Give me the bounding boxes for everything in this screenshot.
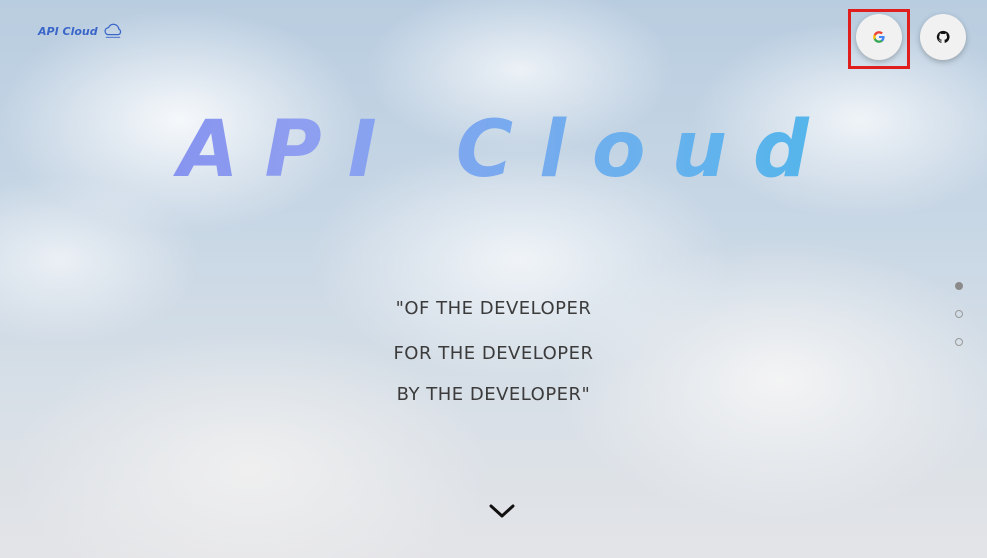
google-login-button[interactable]: [856, 14, 902, 60]
github-icon: [936, 30, 950, 43]
brand-name: API Cloud: [38, 24, 98, 38]
sky-background: [0, 0, 987, 558]
pagination-dot-1[interactable]: [955, 282, 963, 290]
chevron-down-icon[interactable]: [487, 500, 517, 522]
brand-logo[interactable]: API Cloud: [38, 22, 124, 40]
slogan-line-3: BY THE DEVELOPER": [396, 384, 591, 405]
section-pagination: [955, 282, 965, 366]
pagination-dot-3[interactable]: [955, 338, 963, 346]
slogan-line-2: FOR THE DEVELOPER: [393, 343, 594, 364]
slogan-line-1: "OF THE DEVELOPER: [395, 298, 592, 319]
github-login-button[interactable]: [920, 14, 966, 60]
hero-title: API Cloud: [0, 105, 987, 195]
pagination-dot-2[interactable]: [955, 310, 963, 318]
cloud-icon: [104, 23, 121, 38]
google-icon: [873, 31, 885, 43]
